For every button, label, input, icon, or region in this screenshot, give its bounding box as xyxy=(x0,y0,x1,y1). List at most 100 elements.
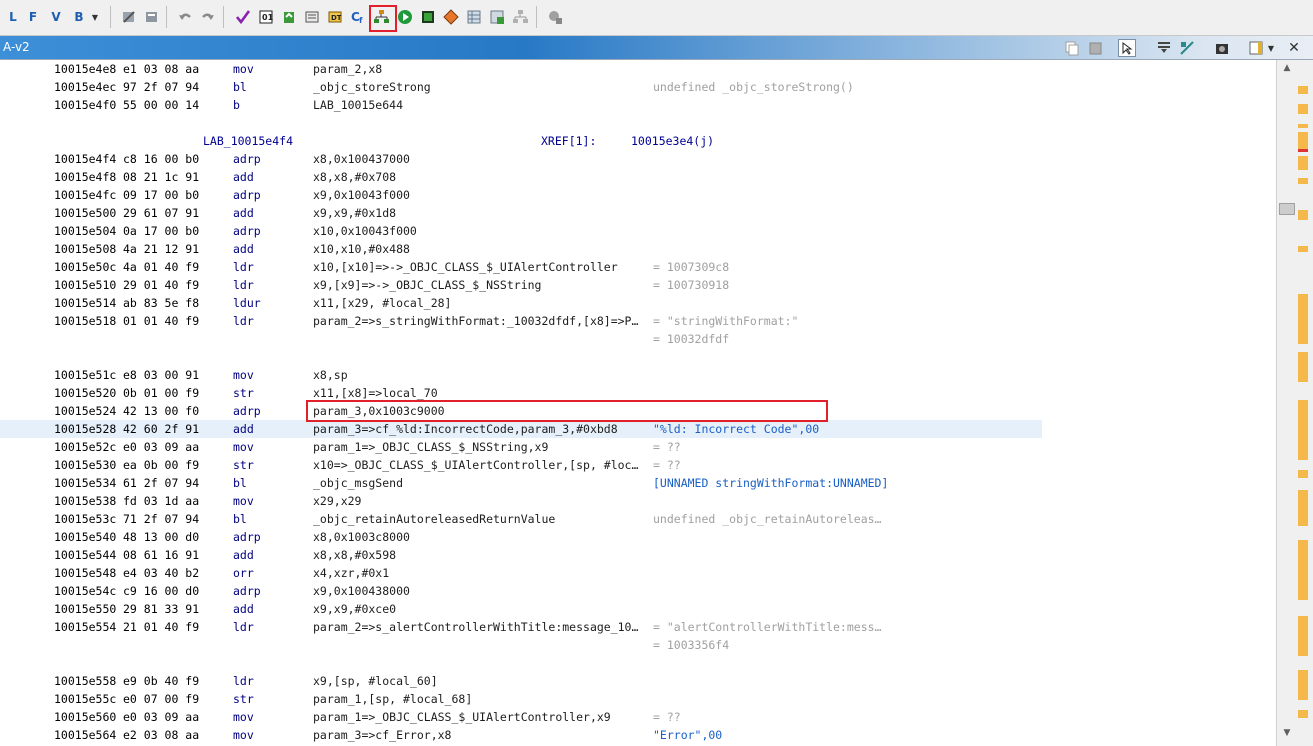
instruction-address[interactable]: 10015e50c xyxy=(54,258,116,276)
instruction-row[interactable]: 10015e508 4a 21 12 91 add x10,x10,#0x488 xyxy=(0,240,1276,258)
instruction-mnemonic[interactable]: bl xyxy=(233,474,247,492)
instruction-address[interactable]: 10015e530 xyxy=(54,456,116,474)
instruction-operands[interactable]: x8,0x100437000 xyxy=(313,150,410,168)
instruction-mnemonic[interactable]: mov xyxy=(233,708,254,726)
instruction-row[interactable]: 10015e540 48 13 00 d0 adrp x8,0x1003c8000 xyxy=(0,528,1276,546)
clear-code-icon[interactable] xyxy=(120,8,138,26)
overview-marker[interactable] xyxy=(1298,400,1308,460)
scroll-thumb[interactable] xyxy=(1279,203,1295,215)
instruction-row[interactable]: 10015e54c c9 16 00 d0 adrp x9,0x100438000 xyxy=(0,582,1276,600)
redo-icon[interactable] xyxy=(199,8,217,26)
instruction-row[interactable]: 10015e538 fd 03 1d aa mov x29,x29 xyxy=(0,492,1276,510)
code-label[interactable]: LAB_10015e4f4 xyxy=(203,132,293,150)
instruction-operands[interactable]: param_2=>s_stringWithFormat:_10032dfdf,[… xyxy=(313,312,638,330)
overview-marker[interactable] xyxy=(1298,156,1308,170)
instruction-mnemonic[interactable]: str xyxy=(233,690,254,708)
instruction-address[interactable]: 10015e4f4 xyxy=(54,150,116,168)
instruction-address[interactable]: 10015e564 xyxy=(54,726,116,744)
instruction-address[interactable]: 10015e510 xyxy=(54,276,116,294)
instruction-address[interactable]: 10015e548 xyxy=(54,564,116,582)
instruction-operands[interactable]: param_1=>_OBJC_CLASS_$_NSString,x9 xyxy=(313,438,548,456)
instruction-address[interactable]: 10015e508 xyxy=(54,240,116,258)
instruction-mnemonic[interactable]: add xyxy=(233,240,254,258)
instruction-address[interactable]: 10015e4e8 xyxy=(54,60,116,78)
instruction-mnemonic[interactable]: str xyxy=(233,384,254,402)
instruction-operands[interactable]: x8,x8,#0x708 xyxy=(313,168,396,186)
overview-marker[interactable] xyxy=(1298,86,1308,94)
instruction-row[interactable]: 10015e518 01 01 40 f9 ldr param_2=>s_string… xyxy=(0,312,1276,330)
instruction-row[interactable]: 10015e4f8 08 21 1c 91 add x8,x8,#0x708 xyxy=(0,168,1276,186)
instruction-mnemonic[interactable]: adrp xyxy=(233,150,261,168)
instruction-operands[interactable]: x10,x10,#0x488 xyxy=(313,240,410,258)
instruction-operands[interactable]: x9,0x100438000 xyxy=(313,582,410,600)
instruction-operands[interactable]: x9,[sp, #local_60] xyxy=(313,672,438,690)
instruction-operands[interactable]: param_1=>_OBJC_CLASS_$_UIAlertController… xyxy=(313,708,611,726)
instruction-row[interactable]: 10015e50c 4a 01 40 f9 ldr x10,[x10]=>->_OBJ… xyxy=(0,258,1276,276)
snapshot-camera-icon[interactable] xyxy=(1213,39,1231,57)
undo-icon[interactable] xyxy=(176,8,194,26)
instruction-operands[interactable]: _objc_retainAutoreleasedReturnValue xyxy=(313,510,555,528)
instruction-mnemonic[interactable]: orr xyxy=(233,564,254,582)
instruction-mnemonic[interactable]: add xyxy=(233,546,254,564)
instruction-address[interactable]: 10015e51c xyxy=(54,366,116,384)
overview-marker[interactable] xyxy=(1298,246,1308,252)
overview-marker[interactable] xyxy=(1298,470,1308,478)
instruction-operands[interactable]: x8,0x1003c8000 xyxy=(313,528,410,546)
instruction-row[interactable]: 10015e51c e8 03 00 91 mov x8,sp xyxy=(0,366,1276,384)
disassemble-icon[interactable] xyxy=(142,8,160,26)
instruction-mnemonic[interactable]: str xyxy=(233,456,254,474)
instruction-address[interactable]: 10015e528 xyxy=(54,420,116,438)
bookmarks-icon[interactable] xyxy=(442,8,460,26)
instruction-operands[interactable]: x4,xzr,#0x1 xyxy=(313,564,389,582)
export-icon[interactable] xyxy=(280,8,298,26)
current-instruction-row[interactable]: 10015e528 42 60 2f 91 add param_3=>cf_%ld:I… xyxy=(0,420,1042,438)
instruction-mnemonic[interactable]: ldr xyxy=(233,276,254,294)
overview-marker[interactable] xyxy=(1298,132,1308,150)
instruction-mnemonic[interactable]: bl xyxy=(233,78,247,96)
instruction-row[interactable]: 10015e548 e4 03 40 b2 orr x4,xzr,#0x1 xyxy=(0,564,1276,582)
instruction-address[interactable]: 10015e544 xyxy=(54,546,116,564)
overview-marker[interactable] xyxy=(1298,104,1308,114)
instruction-address[interactable]: 10015e4fc xyxy=(54,186,116,204)
instruction-operands[interactable]: param_3=>cf_Error,x8 xyxy=(313,726,451,744)
instruction-address[interactable]: 10015e4ec xyxy=(54,78,116,96)
instruction-mnemonic[interactable]: add xyxy=(233,204,254,222)
instruction-address[interactable]: 10015e53c xyxy=(54,510,116,528)
instruction-row[interactable]: 10015e4fc 09 17 00 b0 adrp x9,0x10043f000 xyxy=(0,186,1276,204)
instruction-row[interactable]: 10015e564 e2 03 08 aa mov param_3=>cf_Error… xyxy=(0,726,1276,744)
instruction-address[interactable]: 10015e504 xyxy=(54,222,116,240)
overview-marker[interactable] xyxy=(1298,294,1308,344)
instruction-operands[interactable]: x11,[x29, #local_28] xyxy=(313,294,451,312)
instruction-mnemonic[interactable]: mov xyxy=(233,726,254,744)
memory-map-icon[interactable] xyxy=(419,8,437,26)
close-icon[interactable]: ✕ xyxy=(1285,39,1303,57)
options-dropdown-arrow-icon[interactable]: ▼ xyxy=(1266,39,1276,57)
instruction-operands[interactable]: x29,x29 xyxy=(313,492,361,510)
instruction-row[interactable]: 10015e510 29 01 40 f9 ldr x9,[x9]=>->_OBJC_… xyxy=(0,276,1276,294)
instruction-mnemonic[interactable]: ldur xyxy=(233,294,261,312)
cf-string-icon[interactable]: Cf xyxy=(349,8,367,26)
listing-options-icon[interactable] xyxy=(1247,39,1265,57)
instruction-mnemonic[interactable]: adrp xyxy=(233,582,261,600)
overview-marker[interactable] xyxy=(1298,149,1308,152)
instruction-operands[interactable]: x9,x9,#0x1d8 xyxy=(313,204,396,222)
instruction-operands[interactable]: x10=>_OBJC_CLASS_$_UIAlertController,[sp… xyxy=(313,456,638,474)
symbol-table-icon[interactable] xyxy=(488,8,506,26)
instruction-operands[interactable]: param_2=>s_alertControllerWithTitle:mess… xyxy=(313,618,638,636)
scroll-up-icon[interactable]: ▲ xyxy=(1280,63,1294,77)
snapshot-icon[interactable] xyxy=(546,8,564,26)
checkmark-icon[interactable] xyxy=(234,8,252,26)
byte-viewer-icon[interactable]: 01 xyxy=(257,8,275,26)
instruction-address[interactable]: 10015e554 xyxy=(54,618,116,636)
instruction-row[interactable]: 10015e4f0 55 00 00 14 b LAB_10015e644 xyxy=(0,96,1276,114)
select-cursor-icon[interactable] xyxy=(1118,39,1136,57)
diff-view-icon[interactable] xyxy=(1178,39,1196,57)
overview-marker[interactable] xyxy=(1298,540,1308,600)
instruction-address[interactable]: 10015e4f0 xyxy=(54,96,116,114)
instruction-mnemonic[interactable]: b xyxy=(233,96,240,114)
instruction-address[interactable]: 10015e538 xyxy=(54,492,116,510)
instruction-address[interactable]: 10015e518 xyxy=(54,312,116,330)
instruction-address[interactable]: 10015e558 xyxy=(54,672,116,690)
instruction-address[interactable]: 10015e550 xyxy=(54,600,116,618)
instruction-operands[interactable]: x8,x8,#0x598 xyxy=(313,546,396,564)
